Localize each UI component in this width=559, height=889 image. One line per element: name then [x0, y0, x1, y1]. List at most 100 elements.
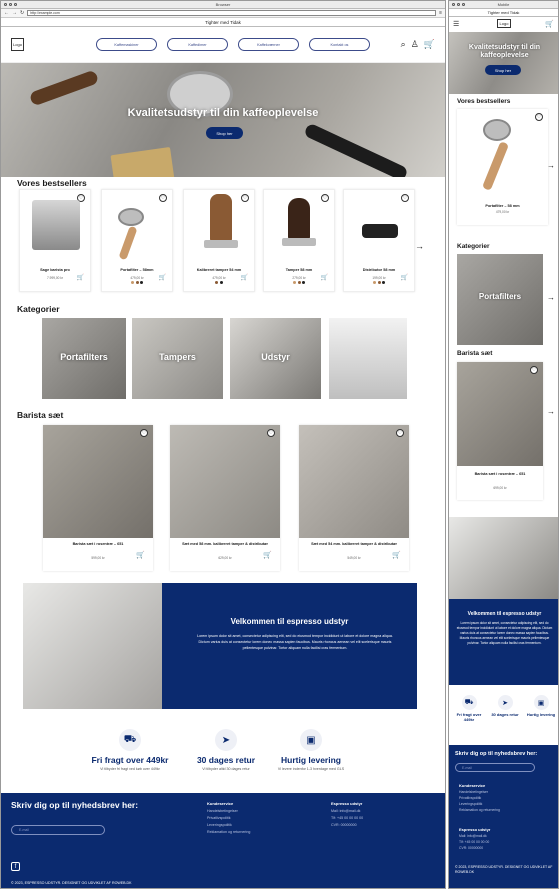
add-to-cart-icon[interactable]: 🛒	[401, 274, 408, 281]
heart-icon[interactable]: ♡	[396, 429, 404, 437]
color-swatches[interactable]	[184, 281, 254, 284]
heart-icon[interactable]: ♡	[530, 366, 538, 374]
heart-icon[interactable]: ♡	[401, 194, 409, 202]
nav-kontakt[interactable]: Kontakt os	[309, 38, 370, 51]
heart-icon[interactable]: ♡	[321, 194, 329, 202]
add-to-cart-icon[interactable]: 🛒	[263, 551, 272, 559]
mobile-next-arrow[interactable]: →	[547, 293, 555, 302]
feature-text: Vi levere indenfor 1-3 hverdage med GLS	[277, 767, 345, 771]
close-dot[interactable]	[4, 3, 7, 6]
carousel-next-arrow[interactable]: →	[415, 241, 424, 251]
maximize-dot[interactable]	[14, 3, 17, 6]
user-icon[interactable]: ♙	[411, 39, 419, 50]
newsletter-email-input[interactable]: E-mail	[11, 825, 105, 835]
feature-title: 30 dages retur	[196, 755, 256, 765]
footer-line: CVR: 00000000	[331, 823, 357, 827]
mobile-product-card[interactable]: ♡ Portafilter – 58 mm 479,00 kr	[457, 109, 548, 225]
hamburger-icon[interactable]: ☰	[453, 20, 459, 28]
footer-link[interactable]: Handelsbetingelser	[459, 790, 488, 794]
product-card[interactable]: ♡ Tamper 58 mm 279,00 kr 🛒	[263, 189, 335, 292]
product-name[interactable]: Tamper 58 mm	[264, 268, 334, 272]
mobile-category-portafilters[interactable]: Portafilters	[457, 254, 543, 345]
site-header: Logo Kaffemaskiner Kaffedimer Kaffekværn…	[1, 27, 445, 63]
barista-card[interactable]: ♡ Barista sæt i rosentræ – 651 599,00 kr…	[43, 425, 153, 571]
heart-icon[interactable]: ♡	[241, 194, 249, 202]
back-icon[interactable]: ←	[4, 10, 9, 16]
footer-link[interactable]: Leveringspolitik	[459, 802, 482, 806]
mobile-footer-col-service: Kundeservice Handelsbetingelser Privatli…	[459, 783, 500, 813]
espresso-machine-image	[32, 200, 80, 250]
url-field[interactable]: http://example.com	[27, 10, 437, 16]
hero-title: Kvalitetsudstyr til din kaffeoplevelse	[127, 107, 319, 119]
footer-link[interactable]: Privatlivspolitik	[207, 816, 231, 820]
mobile-shop-button[interactable]: Shop her	[485, 65, 521, 75]
espresso-machine-photo	[23, 583, 162, 709]
reload-icon[interactable]: ↻	[20, 10, 24, 16]
nav-kaffemaskiner[interactable]: Kaffemaskiner	[96, 38, 157, 51]
mobile-cart-icon[interactable]: 🛒	[545, 20, 554, 28]
add-to-cart-icon[interactable]: 🛒	[241, 274, 248, 281]
product-card[interactable]: ♡ Portafilter – 58mm 479,00 kr 🛒	[101, 189, 173, 292]
product-name[interactable]: Kalibreret tamper 54 mm	[184, 268, 254, 272]
color-swatches[interactable]	[102, 281, 172, 284]
package-icon: ▣	[533, 695, 549, 710]
product-card[interactable]: ♡ Kalibreret tamper 54 mm 479,00 kr 🛒	[183, 189, 255, 292]
product-name[interactable]: Sæt med 58 mm. kalibreret tamper & distr…	[178, 542, 272, 547]
add-to-cart-icon[interactable]: 🛒	[321, 274, 328, 281]
footer-link[interactable]: Reklamation og returnering	[459, 808, 500, 812]
category-portafilters[interactable]: Portafilters	[42, 318, 126, 399]
mobile-logo[interactable]: Logo	[497, 19, 511, 28]
barista-card[interactable]: ♡ Sæt med 54 mm. kalibreret tamper & dis…	[299, 425, 409, 571]
product-name[interactable]: Portafilter – 58 mm	[457, 204, 548, 208]
maximize-dot[interactable]	[462, 3, 465, 6]
product-name[interactable]: Barista sæt i rosentræ – 651	[461, 472, 539, 476]
heart-icon[interactable]: ♡	[140, 429, 148, 437]
heart-icon[interactable]: ♡	[159, 194, 167, 202]
mobile-titlebar: Mobile	[449, 1, 558, 9]
forward-icon[interactable]: →	[12, 10, 17, 16]
footer-link[interactable]: Handelsbetingelser	[207, 809, 238, 813]
portafilter-handle	[118, 225, 138, 261]
footer-link[interactable]: Privatlivspolitik	[459, 796, 481, 800]
category-udstyr[interactable]: Udstyr	[230, 318, 321, 399]
add-to-cart-icon[interactable]: 🛒	[159, 274, 166, 281]
mobile-next-arrow[interactable]: →	[547, 161, 555, 170]
product-name[interactable]: Sage barista pro	[20, 268, 90, 272]
category-tampers[interactable]: Tampers	[132, 318, 223, 399]
close-dot[interactable]	[452, 3, 455, 6]
minimize-dot[interactable]	[9, 3, 12, 6]
minimize-dot[interactable]	[457, 3, 460, 6]
nav-kaffedimer[interactable]: Kaffedimer	[167, 38, 228, 51]
cart-icon[interactable]: 🛒	[424, 39, 435, 50]
product-name[interactable]: Portafilter – 58mm	[102, 268, 172, 272]
hero-shop-button[interactable]: Shop her	[206, 127, 243, 139]
footer-link[interactable]: Leveringspolitik	[207, 823, 232, 827]
menu-icon[interactable]: ≡	[439, 10, 442, 16]
color-swatches[interactable]	[344, 281, 414, 284]
product-name[interactable]: Barista sæt i rosentræ – 651	[51, 542, 145, 547]
mobile-next-arrow[interactable]: →	[547, 407, 555, 416]
mobile-email-input[interactable]: E-mail	[455, 763, 535, 772]
heart-icon[interactable]: ♡	[267, 429, 275, 437]
product-card[interactable]: ♡ Sage barista pro 7.999,00 kr 🛒	[19, 189, 91, 292]
barista-card[interactable]: ♡ Sæt med 58 mm. kalibreret tamper & dis…	[170, 425, 280, 571]
product-card[interactable]: ♡ Distributor 58 mm 199,00 kr 🛒	[343, 189, 415, 292]
distributor-image	[362, 224, 398, 238]
color-swatches[interactable]	[264, 281, 334, 284]
category-maskiner[interactable]	[329, 318, 407, 399]
mobile-welcome-title: Velkommen til espresso udstyr	[467, 611, 542, 617]
add-to-cart-icon[interactable]: 🛒	[136, 551, 145, 559]
nav-kaffekvaerner[interactable]: Kaffekværner	[238, 38, 299, 51]
feature-text: Vi tilbyder fri fragt ved køb over 449kr	[100, 767, 160, 771]
search-icon[interactable]: ⌕	[401, 39, 406, 50]
footer-link[interactable]: Reklamation og returnering	[207, 830, 250, 834]
product-name[interactable]: Distributor 58 mm	[344, 268, 414, 272]
package-icon: ▣	[300, 729, 322, 751]
heart-icon[interactable]: ♡	[535, 113, 543, 121]
add-to-cart-icon[interactable]: 🛒	[392, 551, 401, 559]
facebook-icon[interactable]: f	[11, 862, 20, 871]
logo[interactable]: Logo	[11, 38, 24, 51]
add-to-cart-icon[interactable]: 🛒	[77, 274, 84, 281]
mobile-barista-card[interactable]: ♡ Barista sæt i rosentræ – 651 699,00 kr	[457, 362, 543, 500]
product-name[interactable]: Sæt med 54 mm. kalibreret tamper & distr…	[307, 542, 401, 547]
